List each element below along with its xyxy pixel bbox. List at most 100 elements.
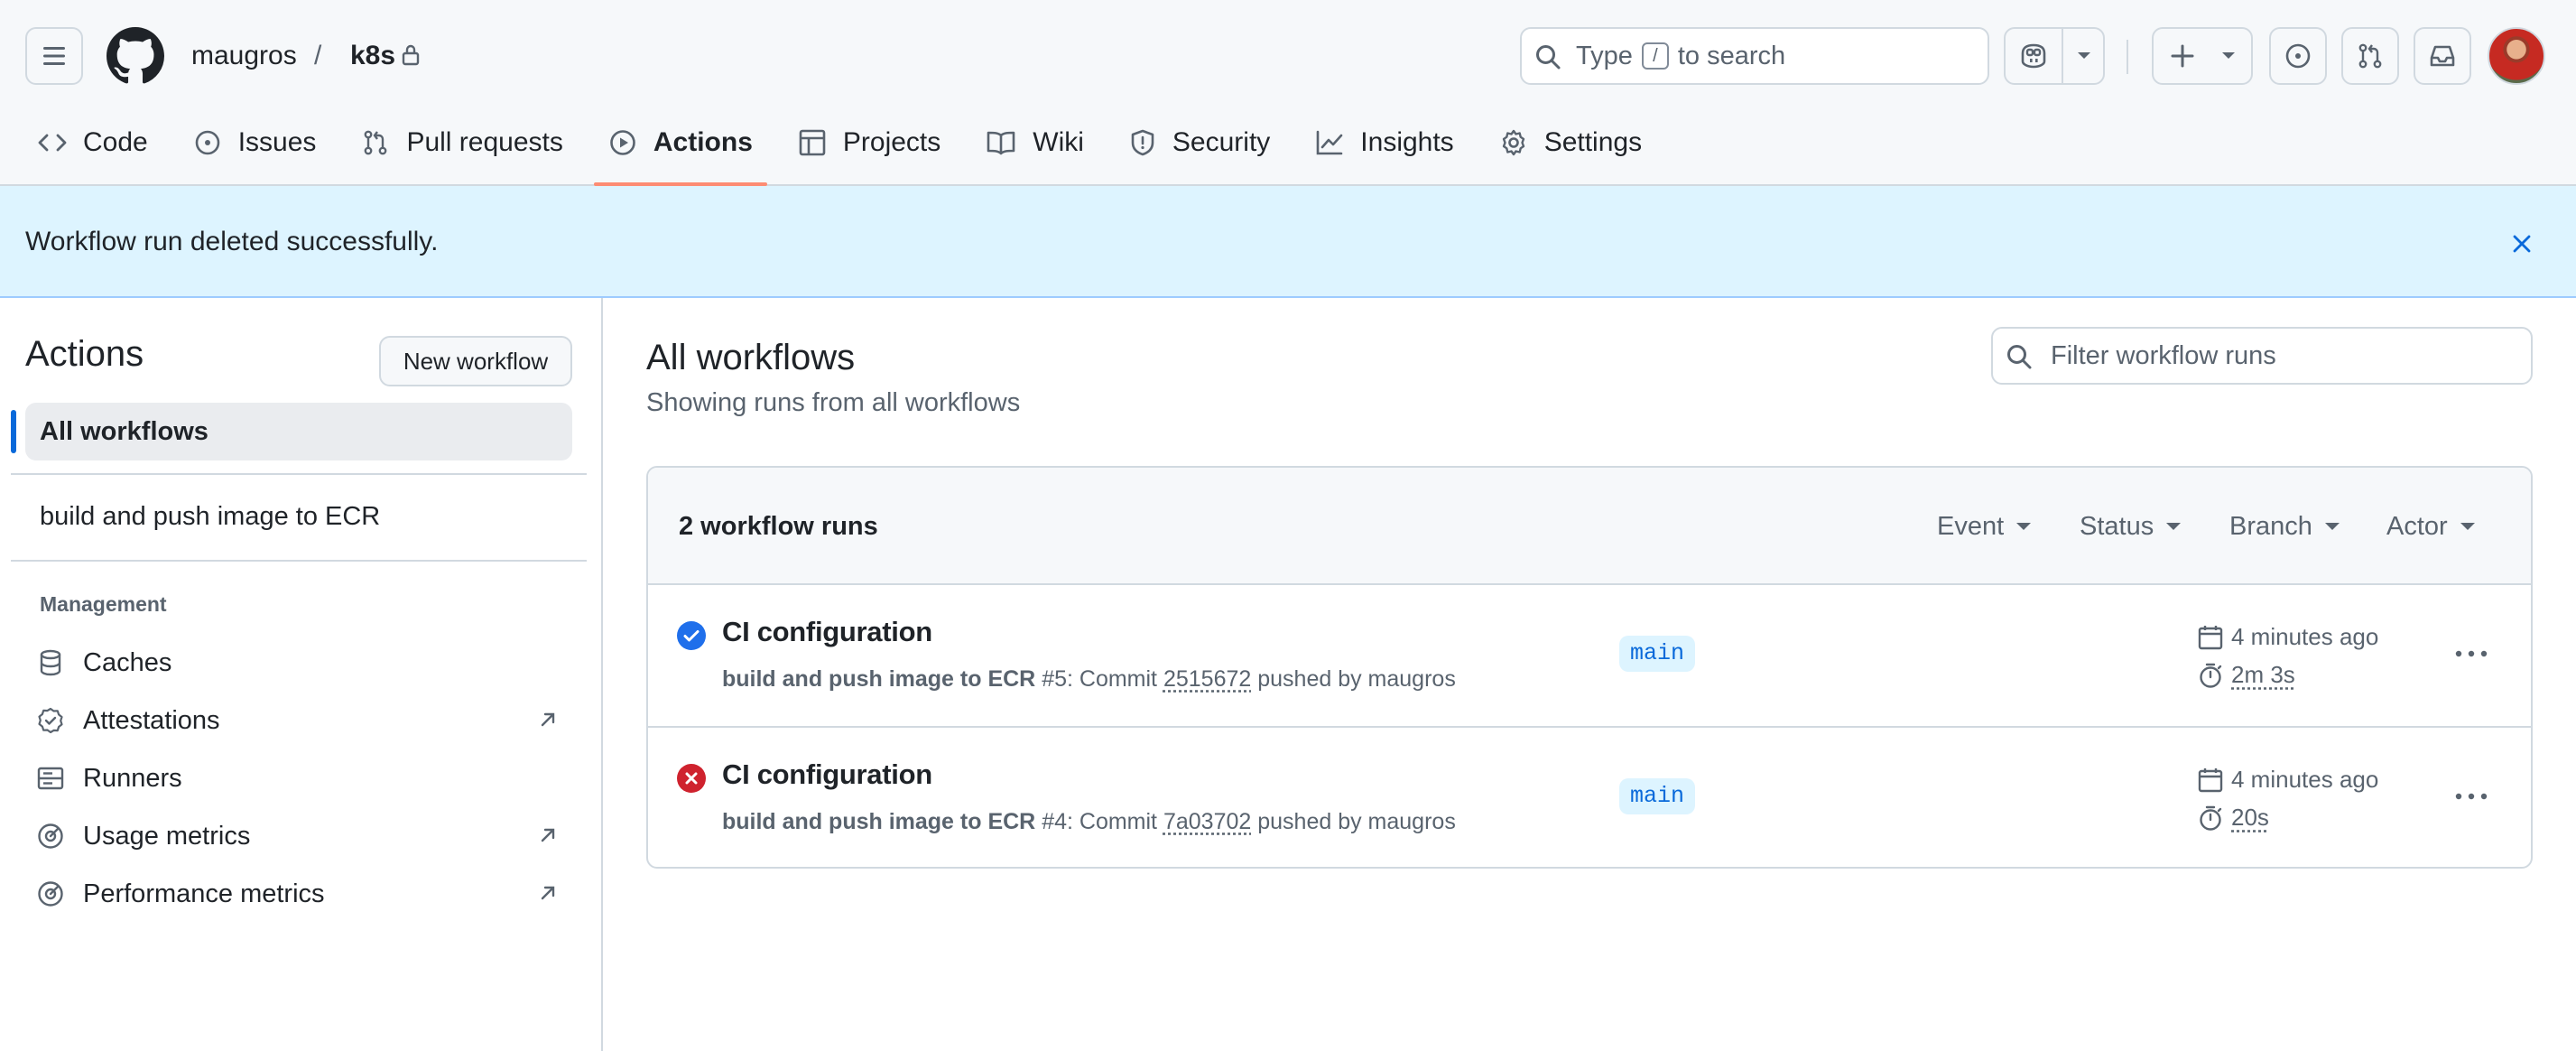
tab-label: Issues [237,127,317,157]
stopwatch-icon [2200,805,2222,831]
caret-down-icon [2016,523,2032,530]
run-pushed-by: pushed by maugros [1257,809,1456,834]
tab-label: Projects [842,127,941,157]
run-workflow-name: build and push image to ECR [722,666,1036,692]
sidebar-item-label: Performance metrics [83,879,325,908]
kebab-horizontal-icon [2455,793,2488,800]
filter-workflow-runs-input[interactable]: Filter workflow runs [1991,327,2533,385]
status-filter-dropdown[interactable]: Status [2080,468,2182,585]
runs-count: 2 workflow runs [679,512,878,541]
sidebar-item-attestations[interactable]: Attestations [36,695,572,746]
caret-down-icon [2166,523,2182,530]
flash-banner: Workflow run deleted successfully. [0,186,2576,298]
book-icon [987,131,1015,155]
tab-label: Pull requests [406,127,563,157]
search-shortcut-key: / [1641,42,1669,70]
link-external-icon [541,886,555,900]
filter-label: Event [1937,511,2005,541]
sidebar-item-workflow[interactable]: build and push image to ECR [40,497,380,536]
sidebar-item-all-workflows[interactable]: All workflows [25,403,572,460]
run-more-options-button[interactable] [2446,634,2497,674]
tab-actions[interactable]: Actions [593,116,767,186]
search-input[interactable]: Type / to search [1520,27,1989,85]
user-avatar[interactable] [2488,27,2545,85]
sidebar-title: Actions [25,334,144,374]
sidebar-item-performance-metrics[interactable]: Performance metrics [36,869,572,919]
inbox-icon [2430,45,2455,67]
actor-filter-dropdown[interactable]: Actor [2386,468,2475,585]
new-workflow-button[interactable]: New workflow [379,336,572,386]
tab-label: Security [1172,127,1271,157]
run-timestamp: 4 minutes ago [2197,623,2378,651]
close-icon [2513,235,2531,253]
tab-pull-requests[interactable]: Pull requests [347,116,577,170]
search-icon [2007,345,2032,369]
run-timestamp: 4 minutes ago [2197,766,2378,794]
header-divider [2127,40,2128,74]
workflow-run-row[interactable]: CI configuration build and push image to… [648,726,2531,867]
tab-label: Insights [1360,127,1454,157]
run-pushed-by: pushed by maugros [1257,666,1456,692]
event-filter-dropdown[interactable]: Event [1937,468,2032,585]
tab-label: Wiki [1033,127,1084,157]
sidebar-item-caches[interactable]: Caches [36,637,572,688]
server-icon [37,767,64,790]
tab-settings[interactable]: Settings [1485,116,1656,170]
graph-icon [1316,130,1343,155]
caret-down-icon [2324,523,2340,530]
lock-icon [402,44,420,66]
branch-filter-dropdown[interactable]: Branch [2229,468,2340,585]
pull-requests-button[interactable] [2341,27,2399,85]
tab-projects[interactable]: Projects [783,116,955,170]
flash-message: Workflow run deleted successfully. [25,227,439,256]
verified-icon [38,707,63,734]
github-logo-icon[interactable] [107,27,164,85]
workflow-run-row[interactable]: CI configuration build and push image to… [648,585,2531,726]
run-meta: build and push image to ECR #4: Commit 7… [722,809,1456,835]
run-title-link[interactable]: CI configuration [722,616,932,648]
run-duration: 20s [2197,804,2269,832]
tab-wiki[interactable]: Wiki [971,116,1098,170]
tab-security[interactable]: Security [1115,116,1284,170]
check-circle-fill-icon [677,621,706,650]
create-new-button[interactable] [2152,27,2253,85]
flash-close-button[interactable] [2504,226,2540,262]
inbox-button[interactable] [2414,27,2471,85]
branch-label[interactable]: main [1619,636,1696,672]
branch-label[interactable]: main [1619,778,1696,814]
run-title-link[interactable]: CI configuration [722,758,932,791]
page-title: All workflows [646,338,856,377]
commit-sha-link[interactable]: 7a03702 [1163,809,1251,834]
sidebar-item-label: Caches [83,647,172,677]
copilot-button[interactable] [2004,27,2105,85]
sidebar-item-label: Runners [83,763,182,793]
commit-sha-link[interactable]: 2515672 [1163,666,1251,692]
runs-list-header: 2 workflow runs Event Status Branch Acto… [648,468,2531,585]
calendar-icon [2198,767,2223,792]
play-icon [610,130,635,155]
sidebar-item-runners[interactable]: Runners [36,753,572,804]
issues-button[interactable] [2269,27,2327,85]
hamburger-menu-button[interactable] [25,27,83,85]
issue-opened-icon [2285,43,2311,69]
repo-name-link[interactable]: k8s [350,27,395,85]
table-icon [799,129,826,156]
calendar-icon [2198,625,2223,649]
workflow-runs-list: 2 workflow runs Event Status Branch Acto… [646,466,2533,869]
tab-insights[interactable]: Insights [1301,116,1468,170]
chevron-down-icon [2222,52,2235,59]
tab-issues[interactable]: Issues [179,116,331,170]
chevron-down-icon [2078,52,2090,59]
run-duration: 2m 3s [2197,661,2295,689]
run-time-ago: 4 minutes ago [2231,623,2379,650]
sidebar-item-label: Attestations [83,705,220,735]
run-number: #5: Commit [1042,666,1157,692]
sidebar-item-usage-metrics[interactable]: Usage metrics [36,811,572,861]
repo-owner-link[interactable]: maugros [191,27,297,85]
sidebar-divider [11,560,587,562]
actions-sidebar: Actions New workflow All workflows build… [0,298,603,1051]
tab-code[interactable]: Code [23,116,162,170]
kebab-horizontal-icon [2455,650,2488,657]
run-more-options-button[interactable] [2446,777,2497,816]
git-pull-request-icon [2358,43,2382,69]
